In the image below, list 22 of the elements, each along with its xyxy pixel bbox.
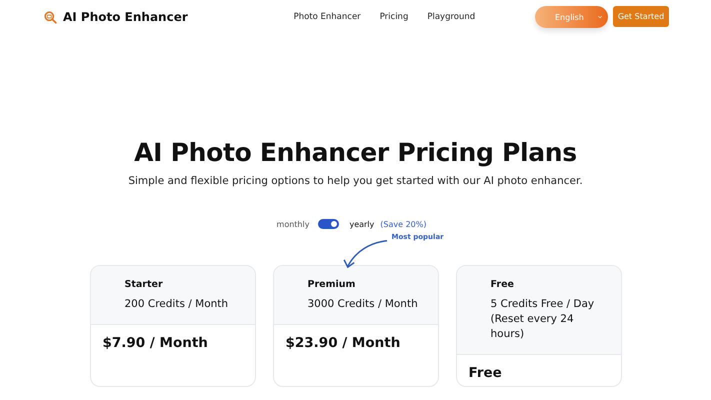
- curved-arrow-icon: [342, 238, 388, 269]
- page-subtitle: Simple and flexible pricing options to help you get started with our AI photo enhancer.: [127, 175, 584, 187]
- page-title: AI Photo Enhancer Pricing Plans: [133, 138, 578, 167]
- plan-credits: 3000 Credits / Month: [308, 297, 419, 312]
- nav-link[interactable]: Photo Enhancer: [294, 12, 361, 22]
- yearly-label: yearly: [349, 220, 374, 228]
- plan-price: Free: [468, 365, 503, 381]
- billing-toggle[interactable]: [318, 219, 340, 229]
- plan-price: $23.90 / Month: [286, 335, 402, 351]
- nav-link[interactable]: Playground: [427, 12, 476, 22]
- plan-price: $7.90 / Month: [102, 335, 209, 351]
- plan-name: Starter: [124, 279, 164, 290]
- plan-name: Premium: [308, 279, 356, 290]
- nav-link[interactable]: Pricing: [380, 12, 408, 22]
- magnifier-logo-icon: [44, 10, 57, 24]
- plan-credits: 5 Credits Free / Day (Reset every 24 hours): [490, 297, 596, 342]
- caret-icon: [598, 15, 602, 19]
- plan-credits: 200 Credits / Month: [124, 297, 230, 312]
- brand-name[interactable]: AI Photo Enhancer: [63, 10, 188, 24]
- monthly-label: monthly: [276, 220, 310, 228]
- discount-note: (Save 20%): [380, 220, 426, 228]
- plan-name: Free: [490, 279, 515, 290]
